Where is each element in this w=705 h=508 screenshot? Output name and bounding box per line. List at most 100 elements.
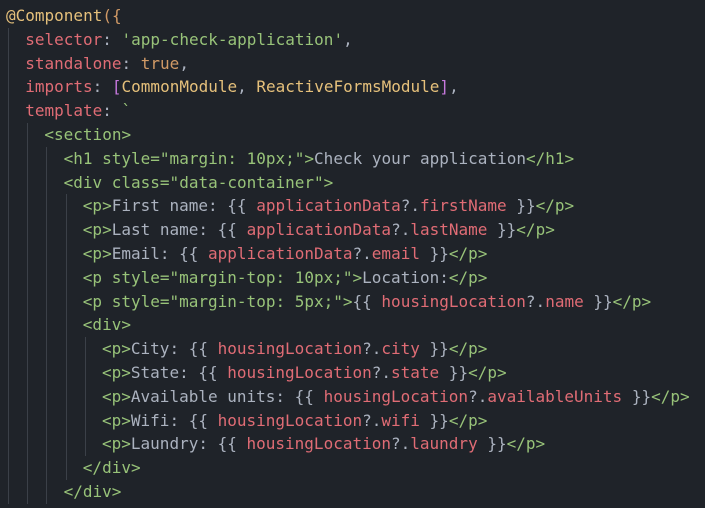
- indent-guide: [65, 337, 67, 361]
- indent-guide: [65, 384, 67, 409]
- code-token: </p>: [506, 434, 546, 454]
- code-line[interactable]: <section>: [0, 122, 705, 147]
- code-token: CommonModule: [121, 77, 238, 97]
- indent-guide: [8, 265, 9, 290]
- code-token: Laundry: {{: [130, 434, 247, 454]
- code-token: standalone: [25, 53, 122, 73]
- code-token: `: [121, 101, 132, 121]
- indent-guide: [8, 408, 9, 433]
- code-token: </p>: [516, 220, 555, 240]
- indent-guide: [46, 360, 48, 385]
- indent-guide: [46, 313, 48, 338]
- code-token: ?.: [468, 386, 488, 406]
- indent-guide: [27, 122, 29, 147]
- code-token: }}: [583, 291, 613, 311]
- code-token: </p>: [448, 410, 488, 430]
- code-token: ]: [439, 77, 450, 97]
- code-token: ?.: [362, 410, 382, 430]
- indent-guide: [8, 75, 9, 100]
- indent-guide: [84, 337, 86, 361]
- code-token: ReactiveFormsModule: [256, 77, 440, 97]
- code-line[interactable]: </div>: [0, 479, 705, 504]
- code-line[interactable]: template: `: [0, 99, 705, 123]
- code-token: ,: [179, 53, 189, 73]
- code-token: firstName: [419, 196, 507, 216]
- code-line[interactable]: </div>: [0, 456, 705, 480]
- indent-guide: [65, 360, 67, 385]
- code-token: ?.: [391, 220, 411, 240]
- code-token: <p style="margin-top: 10px;">: [82, 267, 363, 287]
- indent-guide: [8, 360, 9, 385]
- indent-guide: [27, 384, 29, 409]
- indent-guide: [27, 337, 29, 361]
- code-token: City: {{: [130, 339, 218, 359]
- code-token: Wifi: {{: [130, 410, 218, 430]
- code-token: Location:: [362, 267, 449, 287]
- code-token: [: [111, 77, 122, 97]
- code-token: 'app-check-application': [121, 29, 344, 49]
- code-token: <p>: [82, 196, 112, 216]
- code-line[interactable]: <div>: [0, 313, 705, 338]
- indent-guide: [65, 456, 67, 480]
- indent-guide: [8, 51, 9, 76]
- code-token: housingLocation: [381, 291, 526, 311]
- indent-guide: [8, 384, 9, 409]
- code-token: }}: [487, 220, 517, 240]
- code-token: <div>: [82, 315, 131, 335]
- code-token: housingLocation: [323, 386, 469, 406]
- code-token: lastName: [410, 220, 488, 240]
- code-token: </div>: [82, 458, 141, 478]
- indent-guide: [46, 432, 48, 457]
- code-token: @Component: [6, 6, 103, 25]
- code-token: <div class="data-container">: [63, 172, 334, 192]
- code-token: <p>: [102, 339, 131, 359]
- code-token: :: [102, 29, 122, 49]
- code-token: :: [92, 77, 112, 97]
- indent-guide: [65, 218, 67, 242]
- code-editor[interactable]: @Component({selector: 'app-check-applica…: [0, 0, 705, 508]
- code-line[interactable]: <h1 style="margin: 10px;">Check your app…: [0, 146, 705, 171]
- code-line[interactable]: <p>Wifi: {{ housingLocation?.wifi }}</p>: [0, 408, 705, 433]
- code-line[interactable]: <p>City: {{ housingLocation?.city }}</p>: [0, 337, 705, 361]
- code-token: Last name: {{: [111, 220, 247, 240]
- indent-guide: [84, 384, 86, 409]
- indent-guide: [65, 408, 67, 433]
- code-token: }}: [419, 339, 449, 359]
- code-line[interactable]: <div class="data-container">: [0, 170, 705, 195]
- indent-guide: [8, 122, 9, 147]
- code-line[interactable]: <p>Available units: {{ housingLocation?.…: [0, 384, 705, 409]
- code-token: housingLocation: [246, 434, 392, 454]
- indent-guide: [8, 170, 9, 195]
- code-token: <p>: [102, 410, 131, 430]
- code-token: </p>: [468, 362, 507, 382]
- indent-guide: [46, 194, 48, 219]
- indent-guide: [27, 289, 29, 314]
- code-token: template: [25, 101, 103, 121]
- indent-guide: [65, 432, 67, 457]
- code-line[interactable]: <p>Email: {{ applicationData?.email }}</…: [0, 241, 705, 266]
- code-line[interactable]: <p>State: {{ housingLocation?.state }}</…: [0, 360, 705, 385]
- code-line[interactable]: selector: 'app-check-application',: [0, 27, 705, 52]
- indent-guide: [65, 241, 67, 266]
- indent-guide: [84, 408, 86, 433]
- code-line[interactable]: <p>First name: {{ applicationData?.first…: [0, 194, 705, 219]
- code-line[interactable]: <p style="margin-top: 10px;">Location:</…: [0, 265, 705, 290]
- code-token: laundry: [410, 434, 478, 454]
- code-line[interactable]: standalone: true,: [0, 51, 705, 76]
- code-line[interactable]: imports: [CommonModule, ReactiveFormsMod…: [0, 75, 705, 100]
- code-token: ?.: [400, 196, 420, 216]
- indent-guide: [84, 360, 86, 385]
- indent-guide: [65, 194, 67, 219]
- code-token: email: [371, 243, 420, 263]
- code-line[interactable]: <p>Last name: {{ applicationData?.lastNa…: [0, 218, 705, 242]
- code-token: Check your application: [314, 148, 526, 168]
- code-line[interactable]: <p style="margin-top: 5px;">{{ housingLo…: [0, 289, 705, 314]
- code-line[interactable]: <p>Laundry: {{ housingLocation?.laundry …: [0, 432, 705, 457]
- code-token: ?.: [391, 434, 411, 454]
- code-token: housingLocation: [227, 362, 372, 382]
- code-line[interactable]: @Component({: [0, 4, 705, 28]
- code-token: ({: [102, 6, 122, 25]
- indent-guide: [46, 289, 48, 314]
- code-token: :: [102, 101, 122, 121]
- code-token: }}: [439, 362, 469, 382]
